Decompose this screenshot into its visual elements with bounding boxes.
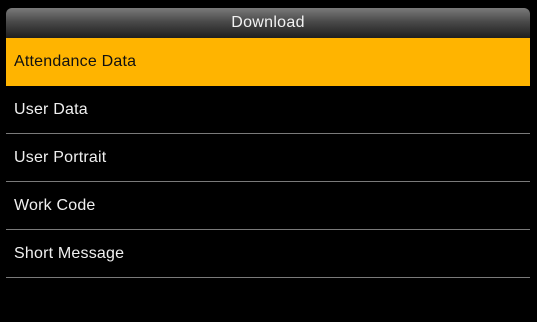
menu-item-label: User Portrait: [14, 148, 107, 166]
download-menu: Attendance Data User Data User Portrait …: [6, 38, 530, 278]
page-title: Download: [231, 14, 305, 31]
title-bar: Download: [6, 8, 530, 38]
menu-item-label: Short Message: [14, 244, 125, 262]
device-screen: Download Attendance Data User Data User …: [6, 8, 530, 320]
menu-item-label: User Data: [14, 100, 88, 118]
menu-item-short-message[interactable]: Short Message: [6, 230, 530, 278]
menu-item-user-portrait[interactable]: User Portrait: [6, 134, 530, 182]
menu-item-attendance-data[interactable]: Attendance Data: [6, 38, 530, 86]
menu-item-label: Attendance Data: [14, 52, 137, 70]
menu-item-user-data[interactable]: User Data: [6, 86, 530, 134]
menu-item-label: Work Code: [14, 196, 96, 214]
menu-item-work-code[interactable]: Work Code: [6, 182, 530, 230]
